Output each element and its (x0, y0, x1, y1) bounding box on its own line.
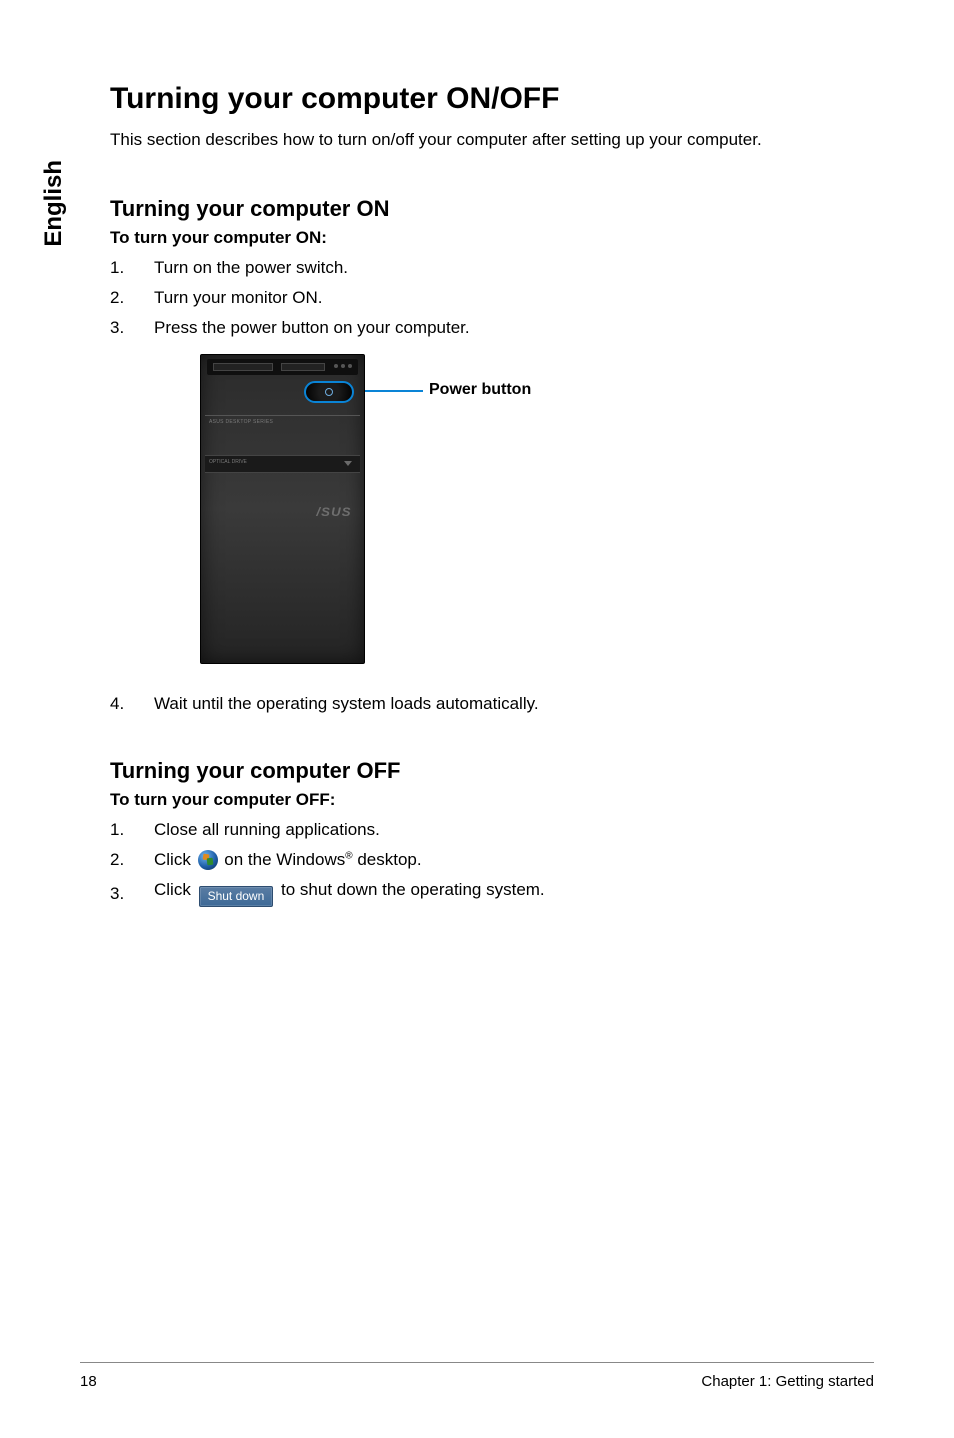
step-text: Turn on the power switch. (154, 258, 874, 278)
page-footer: 18 Chapter 1: Getting started (80, 1362, 874, 1390)
language-tab: English (40, 160, 68, 247)
text-fragment: desktop. (353, 850, 422, 869)
step-number: 1. (110, 820, 154, 840)
step-number: 1. (110, 258, 154, 278)
tower-label: ASUS DESKTOP SERIES (209, 419, 273, 425)
list-item: 3. Click Shut down to shut down the oper… (110, 880, 874, 907)
figure: ASUS DESKTOP SERIES OPTICAL DRIVE /SUS P… (200, 354, 874, 664)
section-on-subhead: To turn your computer ON: (110, 228, 874, 248)
step-number: 3. (110, 318, 154, 338)
list-item: 2. Click on the Windows® desktop. (110, 850, 874, 870)
callout-label: Power button (429, 381, 531, 399)
tower-label: OPTICAL DRIVE (209, 459, 247, 465)
on-steps-list: 1. Turn on the power switch. 2. Turn you… (110, 258, 874, 338)
text-fragment: on the Windows (220, 850, 346, 869)
step-text: Click Shut down to shut down the operati… (154, 880, 874, 907)
computer-tower-illustration: ASUS DESKTOP SERIES OPTICAL DRIVE /SUS (200, 354, 365, 664)
tower-top-panel (207, 359, 358, 375)
asus-logo: /SUS (316, 505, 351, 519)
on-steps-continued: 4. Wait until the operating system loads… (110, 694, 874, 714)
section-off-subhead: To turn your computer OFF: (110, 790, 874, 810)
step-text: Close all running applications. (154, 820, 874, 840)
step-text: Click on the Windows® desktop. (154, 850, 874, 870)
page-title: Turning your computer ON/OFF (110, 82, 874, 116)
registered-mark: ® (345, 850, 352, 861)
shutdown-button-graphic: Shut down (199, 886, 274, 907)
power-button-icon (304, 381, 354, 403)
intro-text: This section describes how to turn on/of… (110, 130, 874, 150)
step-text: Press the power button on your computer. (154, 318, 874, 338)
step-text: Wait until the operating system loads au… (154, 694, 874, 714)
text-fragment: Click (154, 880, 196, 899)
list-item: 2. Turn your monitor ON. (110, 288, 874, 308)
step-number: 4. (110, 694, 154, 714)
section-off-heading: Turning your computer OFF (110, 758, 874, 784)
callout-leader-line (363, 390, 423, 392)
page-number: 18 (80, 1373, 97, 1390)
text-fragment: Click (154, 850, 196, 869)
step-number: 2. (110, 850, 154, 870)
list-item: 4. Wait until the operating system loads… (110, 694, 874, 714)
step-text: Turn your monitor ON. (154, 288, 874, 308)
list-item: 1. Close all running applications. (110, 820, 874, 840)
windows-start-icon (198, 850, 218, 870)
step-number: 3. (110, 884, 154, 904)
off-steps-list: 1. Close all running applications. 2. Cl… (110, 820, 874, 907)
step-number: 2. (110, 288, 154, 308)
list-item: 3. Press the power button on your comput… (110, 318, 874, 338)
section-on-heading: Turning your computer ON (110, 196, 874, 222)
page: English Turning your computer ON/OFF Thi… (0, 0, 954, 1438)
chapter-label: Chapter 1: Getting started (701, 1373, 874, 1390)
list-item: 1. Turn on the power switch. (110, 258, 874, 278)
text-fragment: to shut down the operating system. (276, 880, 544, 899)
